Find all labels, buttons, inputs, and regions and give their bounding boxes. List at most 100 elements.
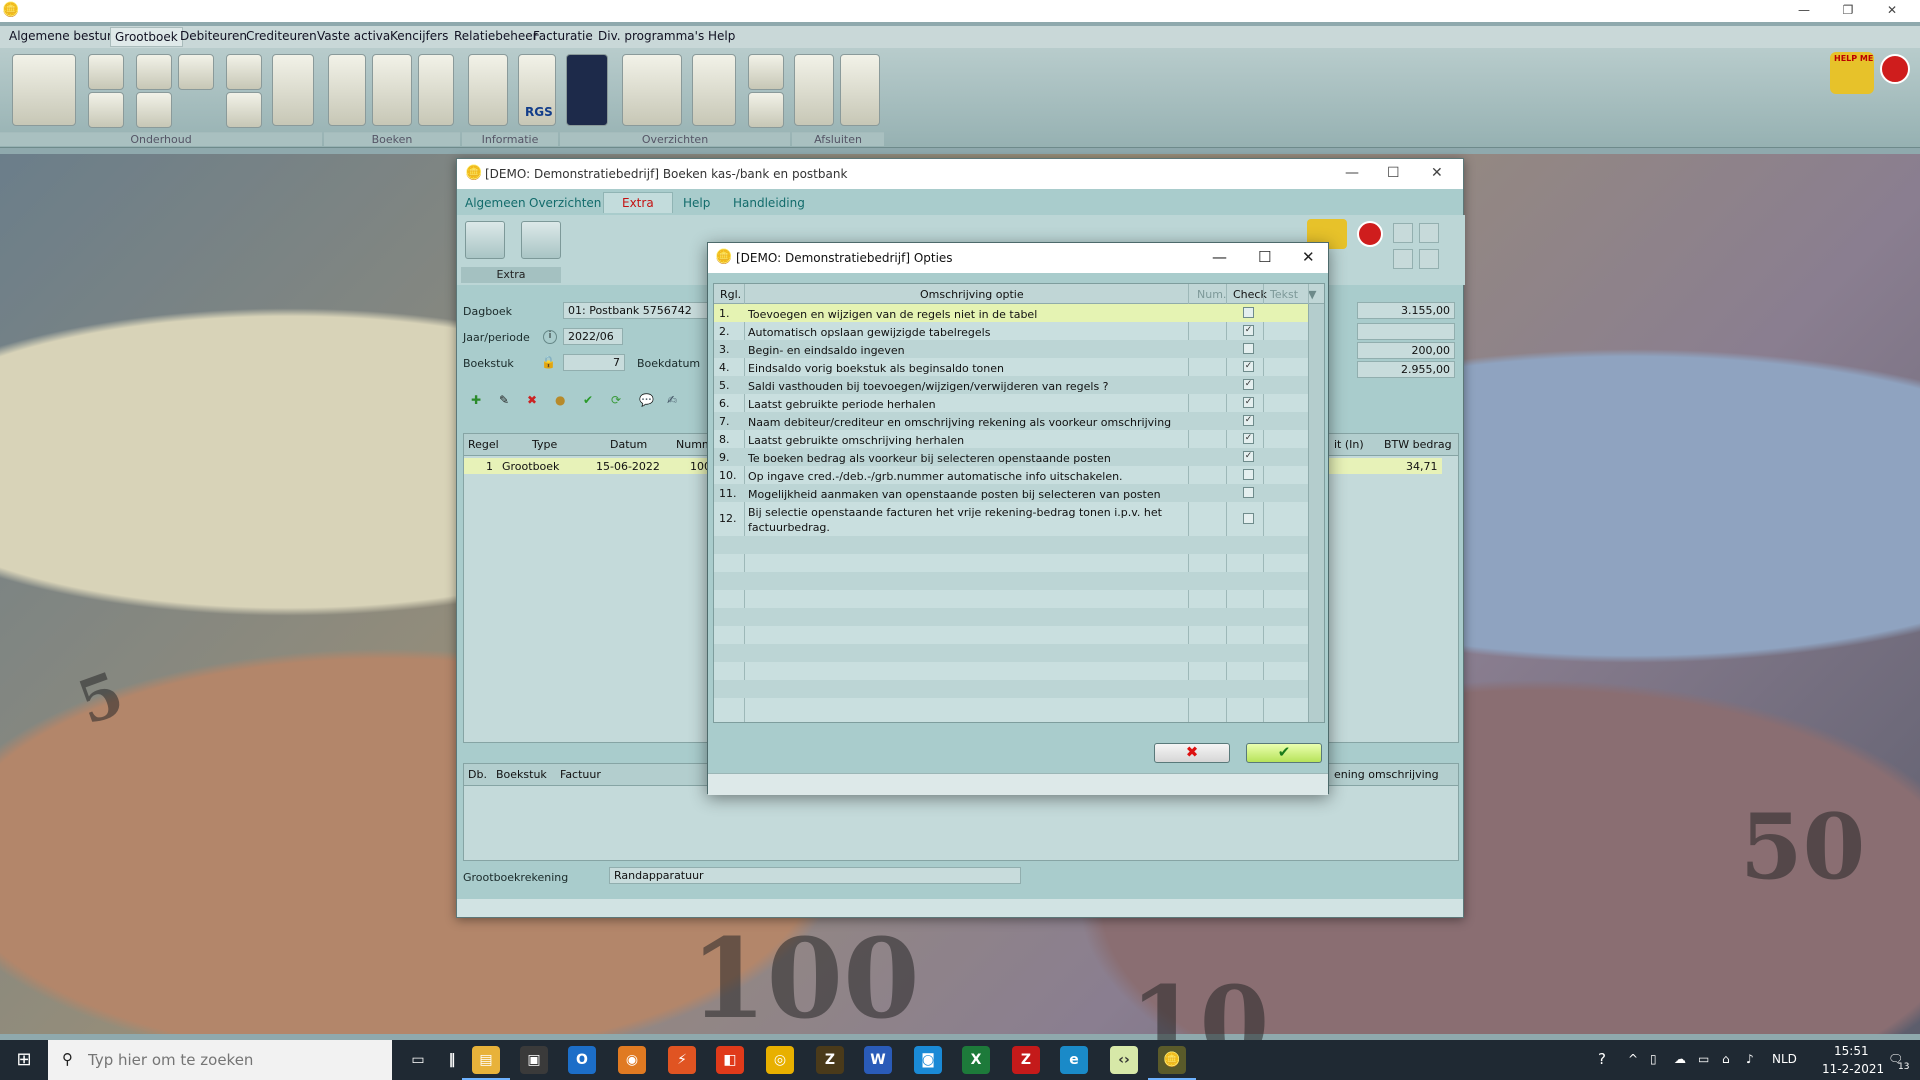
- powerpoint-like-icon[interactable]: ⚡: [668, 1046, 696, 1074]
- file-explorer-icon[interactable]: ▤: [462, 1046, 510, 1080]
- minimize-button[interactable]: —: [1782, 0, 1826, 22]
- task-view-icon[interactable]: ▭: [404, 1046, 432, 1074]
- first-record-icon[interactable]: [1393, 223, 1413, 243]
- option-row-12[interactable]: 12. Bij selectie openstaande facturen he…: [714, 502, 1308, 536]
- tab-overzichten[interactable]: Overzichten: [529, 196, 601, 210]
- option-row-11[interactable]: 11. Mogelijkheid aanmaken van openstaand…: [714, 484, 1308, 502]
- crown-emblem-icon[interactable]: [566, 54, 608, 126]
- option-row-8[interactable]: 8. Laatst gebruikte omschrijving herhale…: [714, 430, 1308, 448]
- hierarchy-icon[interactable]: [88, 92, 124, 128]
- option-row-6[interactable]: 6. Laatst gebruikte periode herhalen ✓: [714, 394, 1308, 412]
- clock-time[interactable]: 15:51: [1834, 1044, 1869, 1058]
- menu-vaste-activa[interactable]: Vaste activa: [317, 29, 390, 43]
- option-row-1[interactable]: 1. Toevoegen en wijzigen van de regels n…: [714, 304, 1308, 322]
- option-row-4[interactable]: 4. Eindsaldo vorig boekstuk als beginsal…: [714, 358, 1308, 376]
- gear-icon[interactable]: [178, 54, 214, 90]
- add-row-icon[interactable]: ✚: [471, 393, 481, 407]
- documents-icon[interactable]: [622, 54, 682, 126]
- option-checkbox-11[interactable]: [1243, 487, 1254, 498]
- zip-app-icon[interactable]: Z: [816, 1046, 844, 1074]
- col-tekst[interactable]: Tekst: [1270, 288, 1298, 301]
- window-minimize-button[interactable]: —: [1345, 165, 1359, 181]
- help-tray-icon[interactable]: ?: [1598, 1050, 1606, 1068]
- option-checkbox-1[interactable]: [1243, 307, 1254, 318]
- scale-icon[interactable]: [748, 92, 784, 128]
- boekstuk-field[interactable]: 7: [563, 354, 625, 371]
- excel-icon[interactable]: X: [962, 1046, 990, 1074]
- option-row-3[interactable]: 3. Begin- en eindsaldo ingeven: [714, 340, 1308, 358]
- menu-crediteuren[interactable]: Crediteuren: [246, 29, 317, 43]
- col-datum[interactable]: Datum: [610, 438, 647, 451]
- stop-icon[interactable]: [1880, 54, 1910, 84]
- edge-icon[interactable]: e: [1060, 1046, 1088, 1074]
- volume-icon[interactable]: ♪: [1746, 1052, 1754, 1066]
- option-checkbox-3[interactable]: [1243, 343, 1254, 354]
- copy-row-icon[interactable]: ⟳: [611, 393, 621, 407]
- network-icon[interactable]: ⌂: [1722, 1052, 1730, 1066]
- camera-app-icon[interactable]: ◙: [914, 1046, 942, 1074]
- option-checkbox-6[interactable]: ✓: [1243, 397, 1254, 408]
- disabled-circle-icon[interactable]: ●: [555, 393, 565, 407]
- column-chooser-icon[interactable]: ▼: [1308, 288, 1316, 301]
- comment-icon[interactable]: 💬: [639, 393, 654, 407]
- window-close-button[interactable]: ✕: [1431, 165, 1443, 181]
- option-checkbox-8[interactable]: ✓: [1243, 433, 1254, 444]
- tab-algemeen[interactable]: Algemeen: [465, 196, 526, 210]
- info-icon[interactable]: [468, 54, 508, 126]
- dialog-minimize-button[interactable]: —: [1212, 248, 1227, 266]
- col-btw-bedrag[interactable]: BTW bedrag: [1384, 438, 1452, 451]
- close-button[interactable]: ✕: [1870, 0, 1914, 22]
- tablet-icon[interactable]: ▯: [1650, 1052, 1657, 1066]
- parking-icon[interactable]: [136, 92, 172, 128]
- option-checkbox-4[interactable]: ✓: [1243, 361, 1254, 372]
- dialog-close-button[interactable]: ✕: [1302, 248, 1315, 266]
- option-row-7[interactable]: 7. Naam debiteur/crediteur en omschrijvi…: [714, 412, 1308, 430]
- folder-stack-icon[interactable]: [418, 54, 454, 126]
- binder-icon[interactable]: [88, 54, 124, 90]
- list-icon[interactable]: [12, 54, 76, 126]
- printer-icon[interactable]: [692, 54, 736, 126]
- col-bedrag-in[interactable]: it (In): [1334, 438, 1364, 451]
- sync-app-icon[interactable]: ◉: [618, 1046, 646, 1074]
- window-stop-icon[interactable]: [1357, 221, 1383, 247]
- pencil-circle-icon[interactable]: [521, 221, 561, 259]
- edit-row-icon[interactable]: ✎: [499, 393, 509, 407]
- menu-debiteuren[interactable]: Debiteuren: [180, 29, 247, 43]
- col-regel[interactable]: Regel: [468, 438, 499, 451]
- menu-kencijfers[interactable]: Kencijfers: [390, 29, 448, 43]
- tab-extra[interactable]: Extra: [603, 192, 673, 213]
- taskbar-search[interactable]: ⚲: [48, 1040, 392, 1080]
- sign-icon[interactable]: ✍: [667, 393, 677, 407]
- clock-date[interactable]: 11-2-2021: [1822, 1062, 1884, 1076]
- option-checkbox-5[interactable]: ✓: [1243, 379, 1254, 390]
- amount-field-1[interactable]: 3.155,00: [1357, 302, 1455, 319]
- next-record-icon[interactable]: [1419, 249, 1439, 269]
- col-boekstuk[interactable]: Boekstuk: [496, 768, 547, 781]
- help-me-icon[interactable]: HELP ME: [1830, 52, 1874, 94]
- abacus-icon[interactable]: [226, 92, 262, 128]
- confirm-row-icon[interactable]: ✔: [583, 393, 593, 407]
- key-icon[interactable]: [794, 54, 834, 126]
- outlook-icon[interactable]: O: [568, 1046, 596, 1074]
- archive-icon[interactable]: [328, 54, 366, 126]
- filezilla-icon[interactable]: Z: [1012, 1046, 1040, 1074]
- menu-facturatie[interactable]: Facturatie: [533, 29, 593, 43]
- menu-relatiebeheer[interactable]: Relatiebeheer: [454, 29, 538, 43]
- taskbar-search-input[interactable]: [88, 1048, 378, 1072]
- brick-icon[interactable]: [465, 221, 505, 259]
- option-row-5[interactable]: 5. Saldi vasthouden bij toevoegen/wijzig…: [714, 376, 1308, 394]
- cloud-icon[interactable]: ☁: [1674, 1052, 1686, 1066]
- last-record-icon[interactable]: [1419, 223, 1439, 243]
- option-checkbox-9[interactable]: ✓: [1243, 451, 1254, 462]
- col-rgl[interactable]: Rgl.: [720, 288, 741, 301]
- book-icon[interactable]: [226, 54, 262, 90]
- option-row-9[interactable]: 9. Te boeken bedrag als voorkeur bij sel…: [714, 448, 1308, 466]
- tab-handleiding[interactable]: Handleiding: [733, 196, 805, 210]
- tools-icon[interactable]: [840, 54, 880, 126]
- menu-div-programmas[interactable]: Div. programma's: [598, 29, 704, 43]
- windows-start-icon[interactable]: ⊞: [0, 1040, 48, 1080]
- col-rekening-omschrijving[interactable]: ening omschrijving: [1334, 768, 1439, 781]
- col-type[interactable]: Type: [532, 438, 557, 451]
- delete-row-icon[interactable]: ✖: [527, 393, 537, 407]
- store-icon[interactable]: ▣: [520, 1046, 548, 1074]
